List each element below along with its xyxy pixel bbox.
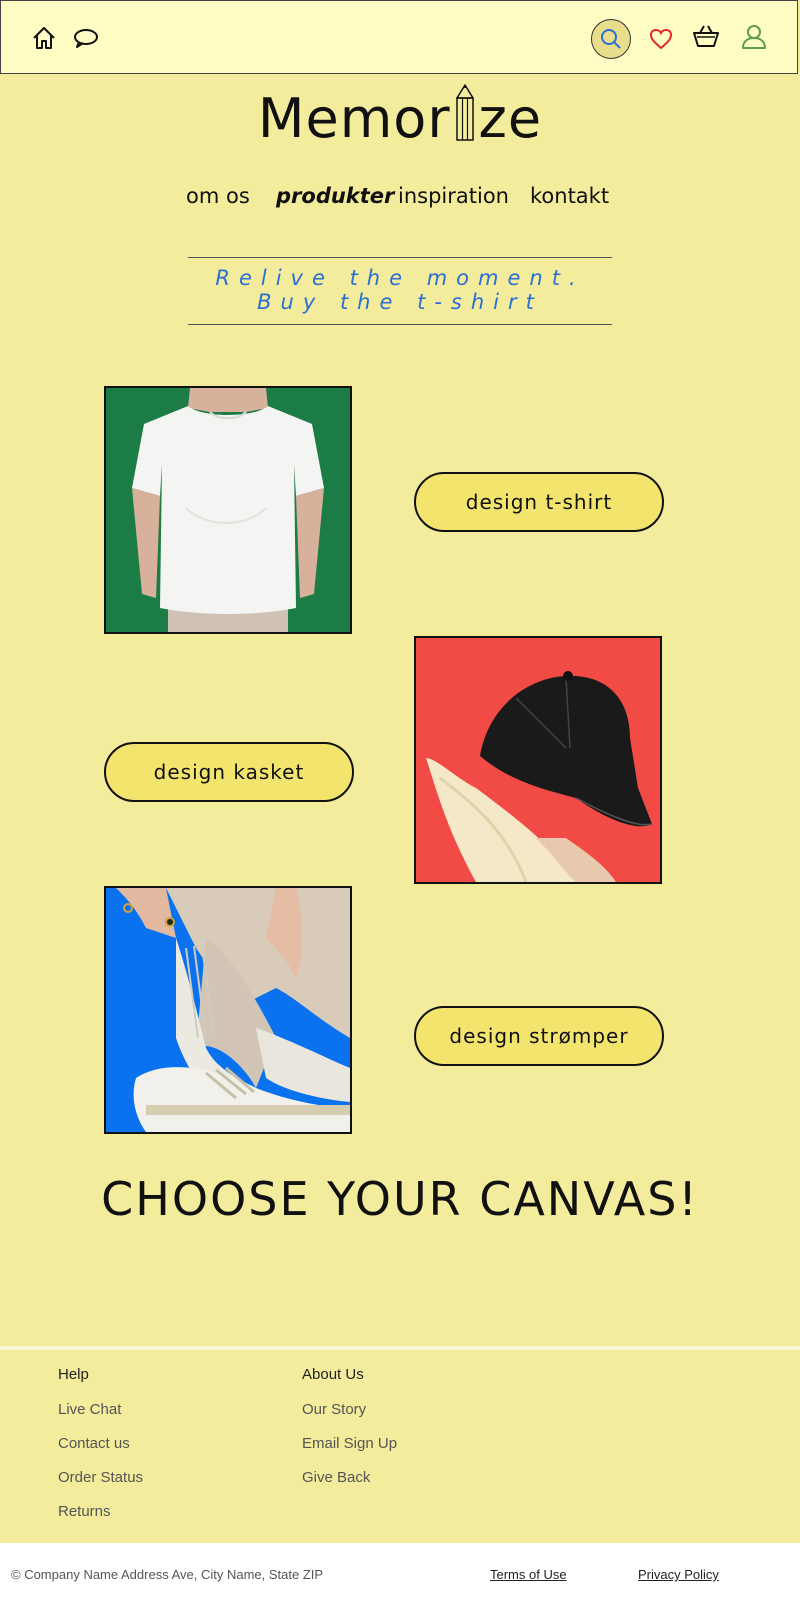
footer-link-email-sign-up[interactable]: Email Sign Up	[302, 1435, 397, 1452]
privacy-policy-link[interactable]: Privacy Policy	[638, 1567, 719, 1582]
top-bar	[0, 0, 798, 74]
footer-link-contact-us[interactable]: Contact us	[58, 1435, 143, 1452]
footer-about-title: About Us	[302, 1366, 364, 1383]
slogan-line-1: Relive the moment.	[215, 266, 585, 290]
socks-photo[interactable]	[104, 886, 352, 1134]
slogan-top-rule	[188, 257, 612, 258]
nav-item-produkter[interactable]: produkter	[276, 184, 394, 208]
slogan-bottom-rule	[188, 324, 612, 325]
footer-link-order-status[interactable]: Order Status	[58, 1469, 143, 1486]
footer-link-returns[interactable]: Returns	[58, 1503, 143, 1520]
chat-bubble-icon[interactable]	[71, 23, 101, 53]
terms-of-use-link[interactable]: Terms of Use	[490, 1567, 567, 1582]
page-headline: CHOOSE YOUR CANVAS!	[101, 1172, 699, 1226]
footer-help-column: Help Live Chat Contact us Order Status R…	[58, 1366, 143, 1537]
cap-photo[interactable]	[414, 636, 662, 884]
nav-item-kontakt[interactable]: kontakt	[530, 184, 609, 208]
slogan: Relive the moment. Buy the t-shirt	[188, 266, 612, 314]
search-icon[interactable]	[591, 19, 631, 59]
footer-link-give-back[interactable]: Give Back	[302, 1469, 397, 1486]
footer-link-live-chat[interactable]: Live Chat	[58, 1401, 143, 1418]
design-cap-button[interactable]: design kasket	[104, 742, 354, 802]
logo-text-start: Memor	[257, 87, 451, 150]
basket-icon[interactable]	[691, 21, 721, 51]
slogan-line-2: Buy the t-shirt	[257, 290, 543, 314]
logo-text-end: ze	[478, 87, 543, 150]
tshirt-photo[interactable]	[104, 386, 352, 634]
design-socks-button[interactable]: design strømper	[414, 1006, 664, 1066]
footer-link-our-story[interactable]: Our Story	[302, 1401, 397, 1418]
home-icon[interactable]	[29, 23, 59, 53]
nav-item-om-os[interactable]: om os	[186, 184, 250, 208]
footer-about-column: About Us Our Story Email Sign Up Give Ba…	[302, 1366, 397, 1503]
copyright-text: © Company Name Address Ave, City Name, S…	[11, 1567, 324, 1582]
user-icon[interactable]	[739, 21, 769, 51]
heart-icon[interactable]	[647, 25, 675, 53]
design-tshirt-button[interactable]: design t-shirt	[414, 472, 664, 532]
footer-bottom-bar: © Company Name Address Ave, City Name, S…	[0, 1543, 800, 1611]
pencil-icon	[453, 84, 477, 142]
brand-logo[interactable]: Memor ze	[0, 84, 800, 150]
footer-divider	[0, 1346, 800, 1350]
footer-help-title: Help	[58, 1366, 89, 1383]
nav-item-inspiration[interactable]: inspiration	[398, 184, 509, 208]
